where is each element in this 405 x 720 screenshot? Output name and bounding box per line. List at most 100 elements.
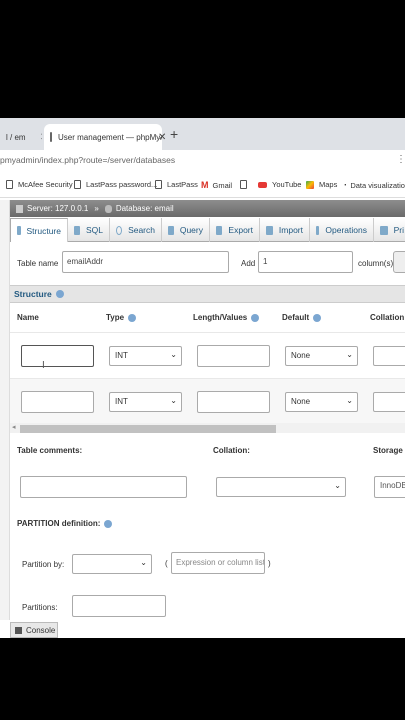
export-icon — [216, 225, 223, 235]
help-icon[interactable] — [313, 313, 322, 322]
table-name-label: Table name — [17, 259, 59, 268]
go-button[interactable] — [393, 251, 405, 273]
partition-expression-input[interactable]: Expression or column list — [171, 552, 265, 574]
structure-icon — [17, 226, 21, 235]
partitions-input[interactable] — [72, 595, 166, 617]
bookmark-data-visualization[interactable]: ᐧ Data visualizatio — [344, 180, 405, 191]
close-icon[interactable]: ✕ — [36, 124, 42, 150]
table-name-input[interactable]: emailAddr — [62, 251, 229, 273]
address-bar[interactable]: pmyadmin/index.php?route=/server/databas… — [0, 150, 405, 172]
import-icon — [266, 225, 273, 235]
type-select[interactable]: INT ⌄ — [109, 392, 182, 412]
query-icon — [168, 225, 174, 235]
collation-label: Collation: — [213, 446, 250, 455]
scrollbar-thumb[interactable] — [20, 425, 276, 433]
page-icon — [74, 180, 81, 189]
table-comments-label: Table comments: — [17, 446, 83, 455]
help-icon[interactable] — [104, 519, 113, 528]
bookmark-lastpass[interactable]: LastPass — [155, 180, 198, 189]
collation-select[interactable] — [373, 346, 405, 366]
tab-operations[interactable]: Operations — [310, 218, 374, 242]
chevron-down-icon: ⌄ — [140, 558, 147, 567]
breadcrumb-separator: » — [94, 204, 99, 213]
close-icon[interactable]: ✕ — [154, 124, 168, 150]
help-icon[interactable] — [55, 290, 64, 298]
breadcrumb-server[interactable]: Server: 127.0.0.1 — [27, 204, 88, 213]
browser-tab-previous[interactable]: l / em — [0, 124, 36, 150]
partition-definition-label: PARTITION definition: — [17, 519, 113, 528]
chevron-down-icon: ⌄ — [334, 481, 341, 490]
add-label: Add — [241, 259, 256, 268]
main-menu: Structure SQL Search Query Export Import… — [10, 218, 405, 242]
share-icon[interactable]: ⋮ — [396, 154, 405, 165]
database-icon — [104, 204, 112, 213]
chevron-down-icon: ⌄ — [346, 396, 353, 405]
gmail-icon: M — [201, 180, 209, 190]
youtube-icon — [258, 181, 267, 188]
structure-section-header: Structure — [10, 285, 405, 303]
new-tab-button[interactable]: + — [170, 126, 178, 142]
table-collation-select[interactable]: ⌄ — [216, 477, 346, 497]
header-collation: Collation — [370, 313, 405, 322]
tab-sql[interactable]: SQL — [68, 218, 110, 242]
bookmark-gmail[interactable]: M Gmail — [201, 180, 232, 190]
chart-icon: ᐧ — [344, 180, 347, 190]
tab-export[interactable]: Export — [210, 218, 260, 242]
tab-search[interactable]: Search — [110, 218, 162, 242]
page-icon — [6, 180, 13, 189]
browser-tab-user-management[interactable]: User management — phpMyAdm — [44, 124, 162, 150]
browser-tab-strip: l / em ✕ User management — phpMyAdm ✕ + — [0, 118, 405, 150]
tab-label: l / em — [6, 132, 26, 142]
open-paren: ( — [165, 559, 168, 568]
table-comments-input[interactable] — [20, 476, 187, 498]
help-icon[interactable] — [251, 313, 260, 322]
column-headers: Name Type Length/Values Default Collatio… — [10, 303, 405, 329]
add-columns-input[interactable]: 1 — [258, 251, 353, 273]
length-values-input[interactable] — [197, 391, 270, 413]
help-icon[interactable] — [128, 313, 137, 322]
tab-structure[interactable]: Structure — [10, 218, 68, 242]
text-cursor-icon: I — [42, 360, 45, 371]
tab-label: User management — phpMyAdm — [58, 132, 162, 142]
tab-import[interactable]: Import — [260, 218, 310, 242]
page-icon — [50, 132, 52, 142]
table-row: INT ⌄ None ⌄ — [10, 378, 405, 424]
columns-label: column(s) — [358, 259, 394, 268]
tab-query[interactable]: Query — [162, 218, 210, 242]
bookmark-maps[interactable]: Maps — [306, 180, 337, 189]
url-text: pmyadmin/index.php?route=/server/databas… — [0, 155, 176, 165]
privileges-icon — [380, 225, 388, 235]
bookmark-youtube[interactable]: YouTube — [258, 180, 301, 189]
bookmark-lastpass-password[interactable]: LastPass password... — [74, 180, 157, 189]
tab-privileges[interactable]: Pri — [374, 218, 405, 242]
scroll-left-icon[interactable]: ◂ — [12, 423, 16, 431]
breadcrumb-database[interactable]: Database: email — [116, 204, 174, 213]
close-paren: ) — [268, 559, 271, 568]
collation-select[interactable] — [373, 392, 405, 412]
server-icon — [16, 204, 23, 213]
column-name-input[interactable] — [21, 345, 94, 367]
horizontal-scrollbar[interactable]: ◂ — [10, 423, 405, 433]
wrench-icon — [316, 225, 320, 235]
column-name-input[interactable] — [21, 391, 94, 413]
type-select[interactable]: INT ⌄ — [109, 346, 182, 366]
header-name: Name — [17, 313, 39, 322]
default-select[interactable]: None ⌄ — [285, 346, 358, 366]
chevron-down-icon: ⌄ — [170, 350, 177, 359]
bookmark-mcafee[interactable]: McAfee Security — [6, 180, 73, 189]
header-type: Type — [106, 313, 137, 322]
storage-engine-label: Storage E — [373, 446, 405, 455]
storage-engine-select[interactable]: InnoDB — [374, 476, 405, 498]
console-toggle[interactable]: Console — [10, 622, 58, 638]
screen: l / em ✕ User management — phpMyAdm ✕ + … — [0, 118, 405, 638]
default-select[interactable]: None ⌄ — [285, 392, 358, 412]
header-length: Length/Values — [193, 313, 260, 322]
length-values-input[interactable] — [197, 345, 270, 367]
partition-by-select[interactable]: ⌄ — [72, 554, 152, 574]
console-icon — [15, 626, 22, 634]
partition-by-label: Partition by: — [22, 560, 65, 569]
header-default: Default — [282, 313, 322, 322]
navigation-panel-edge — [0, 200, 10, 620]
bookmark-page[interactable] — [240, 180, 252, 189]
page-icon — [155, 180, 162, 189]
